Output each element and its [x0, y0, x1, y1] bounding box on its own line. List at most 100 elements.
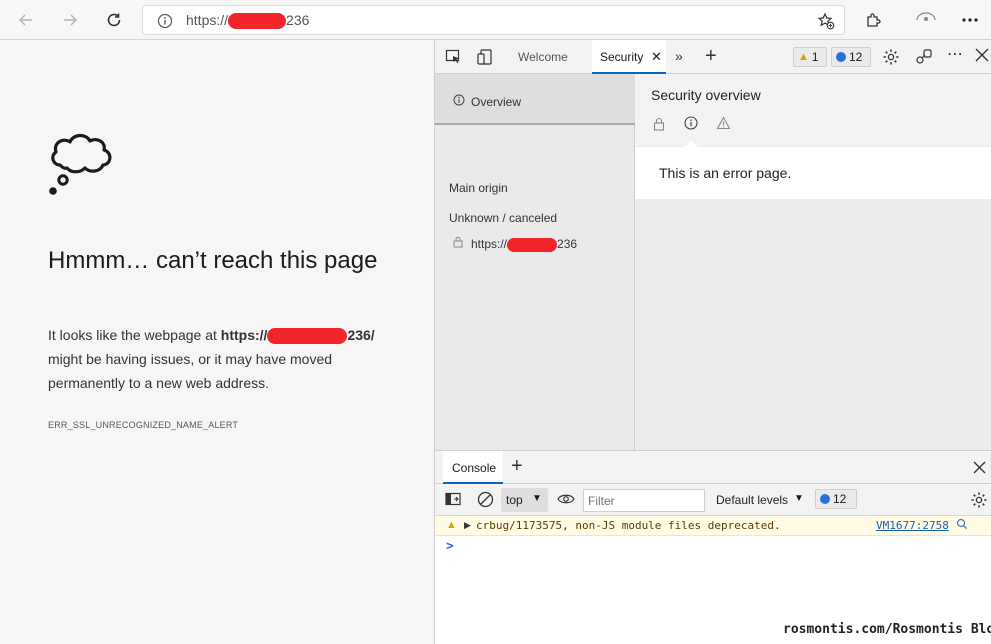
address-text: https:// 236 [186, 12, 310, 30]
redaction-mark [228, 13, 287, 30]
tab-welcome[interactable]: Welcome [518, 50, 568, 64]
extensions-button[interactable] [860, 6, 888, 34]
context-selector[interactable]: top ▼ [501, 488, 548, 512]
error-description: It looks like the webpage at https:// 236… [48, 323, 398, 395]
origin-prefix: https:// [471, 237, 508, 251]
unknown-canceled-label: Unknown / canceled [449, 211, 558, 225]
forward-button[interactable] [56, 6, 84, 34]
log-levels-value: Default levels [716, 493, 789, 507]
warning-triangle-icon [716, 116, 731, 130]
console-filter-input[interactable] [583, 489, 705, 512]
sidebar-item-origin[interactable]: https:// 236 [453, 234, 633, 252]
sidebar-item-overview[interactable]: Overview [435, 74, 635, 125]
live-expression-eye-icon[interactable] [557, 492, 575, 506]
more-dots-icon [962, 18, 978, 22]
warning-source-link[interactable]: VM1677:2758 [876, 519, 949, 532]
browser-toolbar: https:// 236 [0, 0, 991, 40]
forward-arrow-icon [64, 14, 78, 26]
error-page: Hmmm… can’t reach this page It looks lik… [0, 40, 434, 644]
error-body-before: It looks like the webpage at [48, 327, 221, 343]
error-url-suffix: 236/ [347, 327, 375, 343]
console-warning-row: ▲ ▶ crbug/1173575, non-JS module files d… [435, 516, 991, 536]
console-settings-gear-icon[interactable] [970, 491, 988, 509]
console-toolbar: top ▼ Default levels ▼ 12 [435, 484, 991, 516]
devtools-panel: Welcome Security ✕ » + ▲ 1 12 ⋯ Overview… [434, 40, 991, 644]
messages-count: 12 [849, 50, 863, 64]
address-bar[interactable]: https:// 236 [142, 5, 845, 35]
info-icon[interactable] [157, 13, 173, 29]
security-overview-title: Security overview [651, 87, 761, 103]
log-levels-dropdown[interactable]: Default levels ▼ [716, 488, 808, 512]
tab-security[interactable]: Security ✕ [592, 40, 666, 74]
back-button[interactable] [12, 6, 40, 34]
browser-window: https:// 236 Hmmm… can’t reach this page … [0, 0, 991, 644]
search-icon[interactable] [956, 518, 968, 530]
warning-icon: ▲ [446, 519, 457, 531]
main-origin-label: Main origin [449, 181, 508, 195]
puzzle-icon [867, 13, 881, 27]
lock-icon [653, 117, 665, 131]
warnings-badge[interactable]: ▲ 1 [793, 47, 827, 67]
tab-console-label: Console [452, 461, 497, 475]
dropdown-caret-icon: ▼ [532, 493, 542, 504]
origin-url: https:// 236 [471, 237, 577, 252]
error-body-after: might be having issues, or it may have m… [48, 351, 333, 391]
console-drawer: Console + top ▼ Filter Default levels ▼ … [435, 450, 991, 644]
profile-button[interactable] [912, 6, 940, 34]
address-suffix: 236 [286, 12, 310, 28]
info-icon [453, 94, 465, 106]
redaction-mark [267, 328, 348, 345]
redaction-mark [507, 237, 558, 252]
lock-icon [453, 236, 463, 248]
close-tab-icon[interactable]: ✕ [651, 49, 662, 65]
watermark-text: rosmontis.com/Rosmontis Blog [783, 622, 991, 637]
warning-icon: ▲ [798, 51, 809, 63]
clear-console-icon[interactable] [477, 491, 494, 508]
error-page-card: This is an error page. [635, 147, 991, 199]
back-arrow-icon [18, 14, 32, 26]
console-messages-count: 12 [833, 492, 847, 506]
close-devtools-icon[interactable] [975, 48, 989, 62]
close-drawer-icon[interactable] [973, 461, 986, 474]
security-overview-panel: Security overview This is an error page. [635, 74, 991, 450]
dropdown-caret-icon: ▼ [794, 493, 804, 504]
messages-badge[interactable]: 12 [831, 47, 871, 67]
context-value: top [506, 493, 523, 507]
profile-icon [916, 12, 936, 21]
refresh-button[interactable] [100, 6, 128, 34]
refresh-icon [107, 13, 121, 27]
settings-gear-icon[interactable] [882, 48, 900, 66]
inspect-element-icon[interactable] [445, 49, 461, 65]
devtools-more-icon[interactable]: ⋯ [947, 44, 963, 64]
console-prompt[interactable]: > [446, 539, 454, 554]
pointer-caret [684, 140, 698, 147]
error-url-prefix: https:// [220, 327, 268, 343]
drawer-tab-bar: Console + [435, 451, 991, 484]
error-page-card-text: This is an error page. [659, 165, 792, 181]
security-overview-header: Security overview [635, 74, 991, 147]
tab-console[interactable]: Console [443, 451, 503, 484]
device-emulation-icon[interactable] [477, 49, 495, 65]
error-code: ERR_SSL_UNRECOGNIZED_NAME_ALERT [48, 420, 239, 430]
thought-cloud-icon [46, 125, 124, 199]
expand-triangle-icon[interactable]: ▶ [464, 520, 471, 531]
address-prefix: https:// [186, 12, 229, 28]
add-favorite-icon[interactable] [817, 12, 835, 30]
error-title: Hmmm… can’t reach this page [48, 247, 378, 274]
tab-security-label: Security [600, 50, 644, 64]
more-menu-button[interactable] [956, 6, 984, 34]
error-url: https:// 236/ [220, 327, 375, 345]
console-messages-badge[interactable]: 12 [815, 489, 857, 509]
message-icon [820, 494, 830, 504]
info-icon [684, 116, 698, 130]
toggle-sidebar-icon[interactable] [445, 492, 461, 506]
message-icon [836, 52, 846, 62]
warning-message: crbug/1173575, non-JS module files depre… [476, 519, 781, 532]
add-drawer-tab-icon[interactable]: + [511, 455, 523, 478]
more-tabs-icon[interactable]: » [675, 48, 683, 64]
add-tab-icon[interactable]: + [705, 45, 717, 68]
security-sidebar: Overview Main origin Unknown / canceled … [435, 74, 635, 450]
devtools-tab-bar: Welcome Security ✕ » + ▲ 1 12 ⋯ [435, 40, 991, 74]
connect-device-icon[interactable] [915, 48, 933, 66]
warnings-count: 1 [811, 50, 819, 64]
